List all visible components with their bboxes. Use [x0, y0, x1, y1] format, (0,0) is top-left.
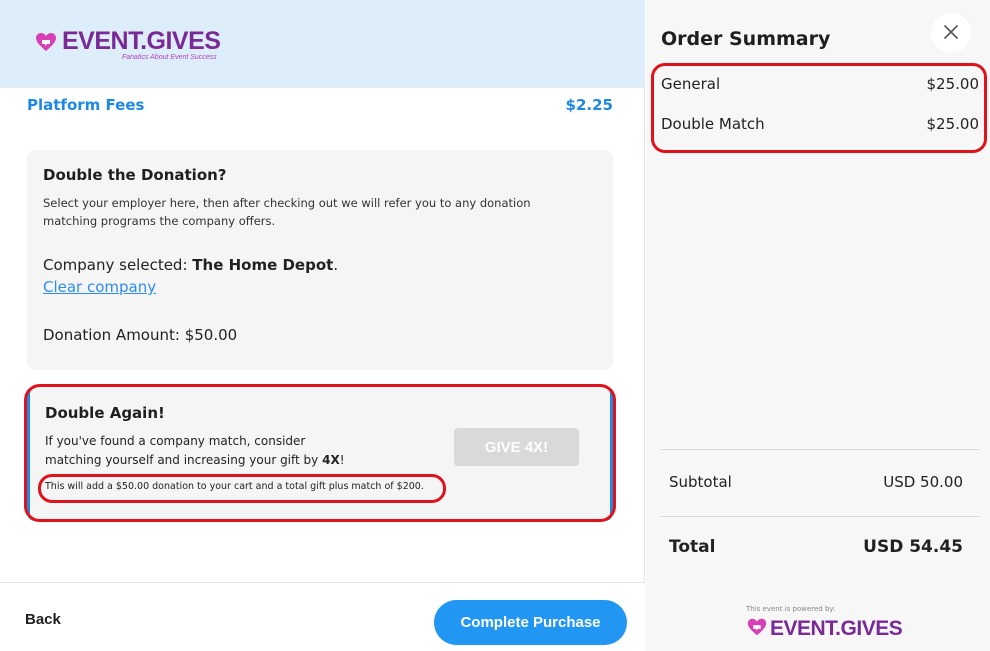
- line-item-name: Double Match: [661, 115, 765, 133]
- multiplier: 4X: [322, 453, 340, 467]
- brand-tagline: Fanatics About Event Success: [122, 54, 217, 61]
- subtotal-row: Subtotal USD 50.00: [669, 473, 963, 491]
- line-item-price: $25.00: [926, 75, 980, 93]
- company-selected: Company selected: The Home Depot.: [43, 256, 597, 274]
- footer-brand-logo: EVENT.GIVES: [746, 616, 903, 642]
- order-summary-title: Order Summary: [661, 28, 831, 50]
- subtotal-label: Subtotal: [669, 473, 732, 491]
- double-donation-card: Double the Donation? Select your employe…: [27, 150, 613, 370]
- company-suffix: .: [333, 256, 339, 274]
- back-button[interactable]: Back: [25, 611, 61, 628]
- give-4x-button[interactable]: GIVE 4X!: [454, 428, 579, 466]
- heart-logo-icon: [34, 30, 58, 54]
- line-item: General $25.00: [661, 75, 979, 93]
- double-again-title: Double Again!: [45, 404, 165, 422]
- footer-brand-name: EVENT.GIVES: [770, 617, 903, 640]
- brand-header: EVENT.GIVES Fanatics About Event Success: [0, 0, 645, 88]
- checkout-panel: EVENT.GIVES Fanatics About Event Success…: [0, 0, 645, 651]
- powered-by-text: This event is powered by:: [746, 605, 836, 613]
- company-name: The Home Depot: [192, 256, 334, 274]
- double-donation-title: Double the Donation?: [43, 166, 227, 184]
- heart-logo-icon: [746, 616, 768, 642]
- clear-company-link[interactable]: Clear company: [43, 278, 156, 296]
- double-again-note: This will add a $50.00 donation to your …: [45, 481, 424, 492]
- checkout-footer: Back Complete Purchase: [0, 582, 645, 651]
- double-again-desc-suffix: !: [339, 453, 345, 467]
- platform-fees-amount: $2.25: [565, 96, 613, 114]
- total-label: Total: [669, 537, 716, 557]
- order-summary-panel: Order Summary General $25.00 Double Matc…: [646, 0, 990, 651]
- line-item: Double Match $25.00: [661, 115, 979, 133]
- double-donation-description: Select your employer here, then after ch…: [43, 196, 531, 228]
- double-again-desc-prefix: If you've found a company match, conside…: [45, 434, 323, 467]
- platform-fees-label: Platform Fees: [27, 96, 145, 114]
- donation-amount: Donation Amount: $50.00: [43, 326, 238, 344]
- total-value: USD 54.45: [863, 537, 963, 557]
- company-prefix: Company selected:: [43, 256, 193, 274]
- platform-fees-row: Platform Fees $2.25: [27, 96, 613, 114]
- line-item-price: $25.00: [926, 115, 980, 133]
- close-icon: [943, 24, 959, 43]
- brand-logo: EVENT.GIVES Fanatics About Event Success: [34, 27, 221, 62]
- divider: [661, 449, 979, 450]
- brand-name: EVENT.GIVES: [62, 27, 221, 55]
- subtotal-value: USD 50.00: [883, 473, 963, 491]
- total-row: Total USD 54.45: [669, 537, 963, 557]
- complete-purchase-button[interactable]: Complete Purchase: [434, 600, 627, 645]
- line-item-name: General: [661, 75, 721, 93]
- divider: [661, 516, 979, 517]
- double-again-description: If you've found a company match, conside…: [45, 432, 365, 470]
- close-button[interactable]: [931, 13, 971, 53]
